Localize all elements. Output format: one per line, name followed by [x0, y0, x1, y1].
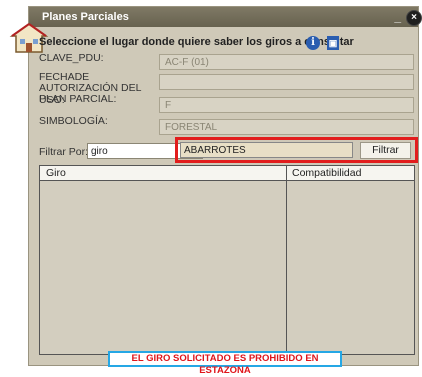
- clave-pdu-field[interactable]: AC-F (01): [159, 54, 414, 70]
- title-bar[interactable]: Planes Parciales _ ×: [29, 7, 422, 27]
- table-header: Giro Compatibilidad: [40, 166, 414, 181]
- column-header-giro[interactable]: Giro: [46, 167, 66, 179]
- info-icon[interactable]: i: [306, 36, 320, 50]
- simbologia-field[interactable]: FORESTAL: [159, 119, 414, 135]
- close-button[interactable]: ×: [406, 10, 422, 26]
- uso-label: USO:: [39, 94, 65, 106]
- simbologia-label: SIMBOLOGÍA:: [39, 115, 108, 127]
- minimize-button[interactable]: _: [394, 10, 401, 24]
- filter-button[interactable]: Filtrar: [360, 142, 411, 159]
- column-header-compatibilidad[interactable]: Compatibilidad: [292, 167, 361, 179]
- document-icon[interactable]: ▣: [327, 36, 339, 50]
- results-table: Giro Compatibilidad: [39, 165, 415, 355]
- uso-field[interactable]: F: [159, 97, 414, 113]
- filter-label: Filtrar Por:: [39, 146, 89, 158]
- search-input[interactable]: ABARROTES: [180, 142, 353, 158]
- clave-pdu-label: CLAVE_PDU:: [39, 52, 104, 64]
- fecha-autorizacion-field[interactable]: [159, 74, 414, 90]
- planes-parciales-window: Planes Parciales _ × Seleccione el lugar…: [9, 6, 422, 376]
- column-divider: [286, 166, 287, 354]
- window-title: Planes Parciales: [42, 11, 129, 23]
- filter-select-value: giro: [91, 146, 108, 157]
- status-message: EL GIRO SOLICITADO ES PROHIBIDO EN ESTAZ…: [108, 351, 342, 376]
